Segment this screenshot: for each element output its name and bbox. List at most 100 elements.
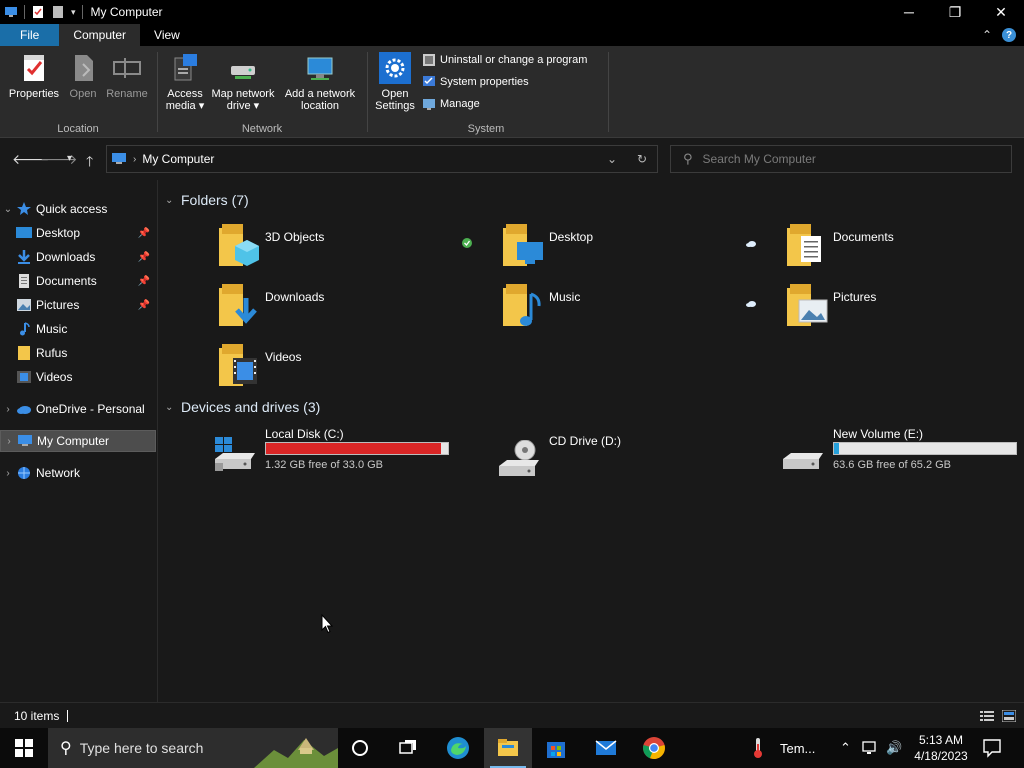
sidebar-item-pictures[interactable]: Pictures 📌	[0, 294, 156, 316]
drive-tile-c[interactable]: Local Disk (C:) 1.32 GB free of 33.0 GB	[211, 427, 457, 483]
system-properties-icon	[423, 76, 435, 86]
sidebar-item-music[interactable]: Music	[0, 318, 156, 340]
access-media-label-1: Access	[167, 88, 203, 100]
details-view-icon[interactable]	[980, 710, 994, 722]
minimize-button[interactable]: ─	[886, 0, 932, 24]
pin-icon[interactable]: 📌	[138, 276, 150, 287]
search-box[interactable]: ⚲	[670, 145, 1012, 173]
address-dropdown-icon[interactable]: ⌄	[597, 152, 627, 166]
edge-browser-icon[interactable]	[446, 736, 470, 760]
sidebar-item-label: Rufus	[36, 346, 68, 360]
sidebar-item-my-computer[interactable]: › My Computer	[0, 430, 156, 452]
sidebar-item-onedrive[interactable]: › OneDrive - Personal	[0, 398, 156, 420]
sidebar-item-network[interactable]: › Network	[0, 462, 156, 484]
maximize-button[interactable]: ❐	[932, 0, 978, 24]
sidebar-item-rufus[interactable]: Rufus	[0, 342, 156, 364]
system-drive-icon	[215, 437, 255, 471]
chevron-up-icon[interactable]: ⌃	[982, 28, 992, 42]
folder-tile-pictures[interactable]: Pictures	[787, 284, 1024, 340]
tab-file[interactable]: File	[0, 24, 60, 46]
folder-name: Pictures	[833, 290, 877, 304]
pin-icon[interactable]: 📌	[138, 300, 150, 311]
pin-icon[interactable]: 📌	[138, 228, 150, 239]
folder-name: Desktop	[549, 230, 594, 244]
add-network-location-button[interactable]: Add a network location	[280, 52, 360, 112]
sidebar-item-label: Videos	[36, 370, 73, 384]
mail-icon[interactable]	[594, 736, 618, 760]
drive-tile-d[interactable]: CD Drive (D:)	[495, 434, 741, 490]
expanded-chevron-icon[interactable]: ⌄	[165, 402, 181, 413]
sidebar-item-videos[interactable]: Videos	[0, 366, 156, 388]
uninstall-program-button[interactable]: Uninstall or change a program	[422, 52, 587, 68]
computer-icon[interactable]	[4, 5, 18, 19]
access-media-button[interactable]: Access media ▾	[162, 52, 208, 112]
notifications-icon[interactable]	[982, 738, 1002, 758]
volume-icon[interactable]: 🔊	[886, 740, 902, 756]
sidebar-item-desktop[interactable]: Desktop 📌	[0, 222, 156, 244]
network-status-icon[interactable]	[862, 740, 878, 756]
task-view-icon[interactable]	[396, 736, 420, 760]
collapsed-chevron-icon[interactable]: ›	[0, 404, 16, 415]
clock-date: 4/18/2023	[914, 749, 968, 763]
desktop-folder-icon	[503, 224, 543, 266]
open-settings-label-1: Open	[381, 88, 409, 100]
microsoft-store-icon[interactable]	[544, 736, 568, 760]
refresh-icon[interactable]: ↻	[627, 152, 657, 166]
tray-chevron-up-icon[interactable]: ⌃	[840, 740, 851, 756]
clock[interactable]: 5:13 AM 4/18/2023	[910, 732, 972, 764]
recent-locations-chevron-icon[interactable]: ▾	[67, 153, 72, 164]
file-explorer-taskbar-button[interactable]	[484, 728, 532, 768]
cortana-icon[interactable]	[348, 736, 372, 760]
folder-tile-downloads[interactable]: Downloads	[219, 284, 489, 340]
open-button[interactable]: Open	[66, 52, 100, 100]
map-network-drive-button[interactable]: Map network drive ▾	[208, 52, 278, 112]
folder-tile-3d-objects[interactable]: 3D Objects	[219, 224, 489, 280]
drive-tile-e[interactable]: New Volume (E:) 63.6 GB free of 65.2 GB	[779, 427, 1019, 483]
close-button[interactable]: ✕	[978, 0, 1024, 24]
rename-icon	[113, 58, 141, 78]
expanded-chevron-icon[interactable]: ⌄	[0, 204, 16, 215]
group-label-network: Network	[241, 123, 283, 135]
system-properties-button[interactable]: System properties	[422, 74, 587, 90]
thermometer-icon[interactable]	[748, 736, 768, 760]
folder-tile-desktop[interactable]: Desktop	[503, 224, 773, 280]
expanded-chevron-icon[interactable]: ⌄	[165, 195, 181, 206]
address-bar[interactable]: › My Computer ⌄ ↻	[106, 145, 658, 173]
tab-computer[interactable]: Computer	[59, 24, 141, 46]
folders-section-header[interactable]: ⌄ Folders (7)	[165, 192, 249, 208]
tab-view[interactable]: View	[140, 24, 194, 46]
rename-button[interactable]: Rename	[104, 52, 150, 100]
sidebar-item-documents[interactable]: Documents 📌	[0, 270, 156, 292]
folder-tile-music[interactable]: Music	[503, 284, 773, 340]
properties-button[interactable]: Properties	[8, 52, 60, 100]
breadcrumb-current[interactable]: My Computer	[142, 152, 214, 166]
open-label: Open	[69, 88, 97, 100]
weather-widget-text[interactable]: Tem...	[780, 741, 815, 756]
sidebar-item-downloads[interactable]: Downloads 📌	[0, 246, 156, 268]
drive-usage-bar	[265, 442, 449, 455]
folder-tile-videos[interactable]: Videos	[219, 344, 489, 400]
taskbar-search-placeholder: Type here to search	[79, 740, 204, 756]
sidebar-item-quick-access[interactable]: ⌄ Quick access	[0, 198, 156, 220]
chrome-icon[interactable]	[642, 736, 666, 760]
properties-icon[interactable]	[31, 5, 45, 19]
taskbar-search-box[interactable]: ⚲ Type here to search	[48, 728, 338, 768]
customize-toolbar-icon[interactable]: ▾	[71, 7, 76, 18]
folder-tile-documents[interactable]: Documents	[787, 224, 1024, 280]
search-input[interactable]	[702, 152, 983, 166]
sidebar-item-label: My Computer	[37, 434, 110, 448]
collapsed-chevron-icon[interactable]: ›	[0, 468, 16, 479]
open-settings-button[interactable]: Open Settings	[372, 52, 418, 112]
manage-button[interactable]: Manage	[422, 96, 587, 112]
large-icons-view-icon[interactable]	[1002, 710, 1016, 722]
start-button[interactable]	[0, 728, 48, 768]
help-icon[interactable]: ?	[1002, 28, 1016, 42]
breadcrumb-chevron-icon[interactable]: ›	[133, 154, 136, 165]
new-folder-icon[interactable]	[51, 5, 65, 19]
collapsed-chevron-icon[interactable]: ›	[1, 436, 17, 447]
up-arrow-icon[interactable]: 🡑	[86, 151, 93, 175]
system-properties-label: System properties	[440, 76, 529, 88]
pin-icon[interactable]: 📌	[138, 252, 150, 263]
star-icon	[17, 202, 31, 215]
drives-section-header[interactable]: ⌄ Devices and drives (3)	[165, 399, 320, 415]
